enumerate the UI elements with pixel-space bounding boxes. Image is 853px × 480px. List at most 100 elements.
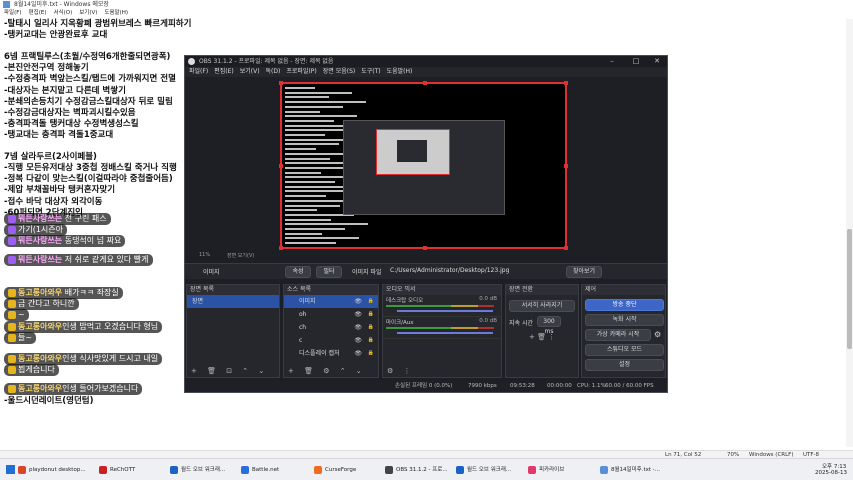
scroll-thumb[interactable] [847, 229, 852, 349]
app-icon [241, 466, 249, 474]
resize-handle[interactable] [279, 164, 283, 168]
source-item[interactable]: 이미지 👁 🔒 [284, 295, 378, 308]
chat-text: 동댕석이 넘 짜요 [62, 236, 122, 245]
start-virtual-camera-button[interactable]: 가상 카메라 시작 [585, 329, 651, 341]
clock-date: 2025-08-13 [815, 470, 847, 476]
source-label: oh [299, 311, 307, 318]
menu-format[interactable]: 서식(O) [53, 9, 72, 18]
taskbar-app[interactable]: OBS 31.1.2 - 프로... [385, 464, 448, 476]
visibility-icon[interactable]: 👁 [354, 321, 362, 334]
settings-button[interactable]: 설정 [585, 359, 664, 371]
browse-button[interactable]: 찾아보기 [566, 266, 602, 278]
source-item[interactable]: ch 👁 🔒 [284, 321, 378, 334]
scenes-toolbar[interactable]: + 🗑 ⊡ ⌃ ⌄ [187, 366, 279, 377]
taskbar-app[interactable]: CurseForge [314, 464, 356, 476]
obs-menu-file[interactable]: 파일(F) [189, 67, 208, 77]
start-icon[interactable] [6, 465, 15, 474]
obs-menu-bar: 파일(F) 편집(E) 보기(V) 독(D) 프로파일(P) 장면 모음(S) … [185, 67, 667, 77]
chat-badge-icon [8, 365, 16, 374]
maximize-icon[interactable]: □ [625, 56, 647, 67]
notepad-scrollbar[interactable] [846, 19, 853, 447]
live-time: 09:53:28 [510, 383, 535, 389]
transition-toolbar[interactable]: + 🗑 ⋮ [529, 333, 555, 341]
resize-handle[interactable] [279, 81, 283, 85]
volume-slider[interactable] [397, 310, 493, 312]
obs-logo-icon [188, 58, 195, 65]
duration-input[interactable]: 300 ms [537, 316, 561, 335]
preview-canvas[interactable] [279, 81, 568, 250]
resize-handle[interactable] [423, 81, 427, 85]
stop-streaming-button[interactable]: 방송 중단 [585, 299, 664, 311]
scene-item[interactable]: 장면 [187, 295, 279, 308]
obs-menu-dock[interactable]: 독(D) [266, 67, 281, 77]
close-icon[interactable]: ✕ [646, 56, 668, 67]
transition-select[interactable]: 서서히 사라지기 [509, 300, 575, 312]
chat-username: 뭐든사랑쓰는 [18, 236, 63, 245]
transitions-header: 장면 전환 [506, 285, 578, 295]
resize-handle[interactable] [564, 246, 568, 250]
source-item[interactable]: 디스플레이 캡처 👁 🔒 [284, 347, 378, 360]
visibility-icon[interactable]: 👁 [354, 334, 362, 347]
obs-status-bar: 손실된 프레임 0 (0.0%) 7990 kbps 09:53:28 00:0… [185, 381, 667, 392]
lock-icon[interactable]: 🔒 [368, 334, 374, 347]
studio-mode-button[interactable]: 스튜디오 모드 [585, 344, 664, 356]
obs-menu-scene-collection[interactable]: 장면 모음(S) [323, 67, 355, 77]
sources-dock: 소스 목록 이미지 👁 🔒 oh 👁 🔒 ch 👁 🔒 c 👁 🔒 디스플레이 캡처 👁 🔒 + 🗑 ⚙ ⌃… [283, 284, 379, 378]
visibility-icon[interactable]: 👁 [354, 308, 362, 321]
scenes-header: 장면 목록 [187, 285, 279, 295]
stop-streaming-label: 방송 중단 [612, 301, 637, 308]
gear-icon[interactable]: ⚙ [654, 330, 661, 339]
start-recording-button[interactable]: 녹화 시작 [585, 314, 664, 326]
lock-icon[interactable]: 🔒 [368, 347, 374, 360]
taskbar-app[interactable]: 8월14일미후.txt -... [600, 464, 660, 476]
taskbar-app[interactable]: Battle.net [241, 464, 279, 476]
chat-message: 뵙게습니다 [4, 364, 59, 376]
taskbar-app[interactable]: 월드 오브 워크래... [456, 464, 511, 476]
obs-menu-tools[interactable]: 도구(T) [361, 67, 380, 77]
menu-edit[interactable]: 편집(E) [29, 9, 47, 18]
lock-icon[interactable]: 🔒 [368, 321, 374, 334]
preview-text-line [285, 223, 368, 226]
menu-view[interactable]: 보기(V) [79, 9, 97, 18]
sources-header: 소스 목록 [284, 285, 378, 295]
taskbar-app[interactable]: playdonut desktop... [18, 464, 86, 476]
app-label: 월드 오브 워크래... [467, 467, 512, 473]
zoom-label: 11% [199, 252, 211, 258]
chat-badge-icon [8, 288, 16, 297]
source-item[interactable]: c 👁 🔒 [284, 334, 378, 347]
sources-toolbar[interactable]: + 🗑 ⚙ ⌃ ⌄ [284, 366, 378, 377]
preview-text-line [285, 148, 316, 151]
menu-file[interactable]: 파일(F) [4, 9, 22, 18]
chat-username: 동고롱아와우 [18, 354, 63, 363]
visibility-icon[interactable]: 👁 [354, 295, 362, 308]
visibility-icon[interactable]: 👁 [354, 347, 362, 360]
taskbar-app[interactable]: ReChOTT [99, 464, 135, 476]
resize-handle[interactable] [564, 81, 568, 85]
taskbar-app[interactable]: 월드 오브 워크래... [170, 464, 225, 476]
preview-text-line [285, 134, 325, 136]
resize-handle[interactable] [423, 246, 427, 250]
filters-button[interactable]: 필터 [316, 266, 342, 278]
properties-button[interactable]: 속성 [285, 266, 311, 278]
app-label: 월드 오브 워크래... [181, 467, 226, 473]
source-item[interactable]: oh 👁 🔒 [284, 308, 378, 321]
chat-username: 뭐든사랑쓰는 [18, 255, 63, 264]
fps: 60.00 / 60.00 FPS [605, 383, 654, 389]
minimize-icon[interactable]: – [601, 56, 623, 67]
chat-badge-icon [8, 214, 16, 223]
resize-handle[interactable] [564, 164, 568, 168]
taskbar-app[interactable]: 피카라이브 [528, 464, 564, 476]
menu-help[interactable]: 도움말(H) [104, 9, 128, 18]
obs-menu-edit[interactable]: 편집(E) [214, 67, 234, 77]
audio-mixer-dock: 오디오 믹서 데스크탑 오디오 0.0 dB 마이크/Aux 0.0 dB ⚙ … [382, 284, 502, 378]
obs-menu-view[interactable]: 보기(V) [240, 67, 260, 77]
volume-slider[interactable] [397, 332, 493, 334]
obs-menu-profile[interactable]: 프로파일(P) [286, 67, 316, 77]
resize-handle[interactable] [279, 246, 283, 250]
lock-icon[interactable]: 🔒 [368, 295, 374, 308]
obs-menu-help[interactable]: 도움말(H) [387, 67, 413, 77]
lock-icon[interactable]: 🔒 [368, 308, 374, 321]
duration-label: 지속 시간 [509, 320, 533, 327]
mixer-toolbar[interactable]: ⚙ ⋮ [383, 366, 501, 377]
mixer-header: 오디오 믹서 [383, 285, 501, 295]
